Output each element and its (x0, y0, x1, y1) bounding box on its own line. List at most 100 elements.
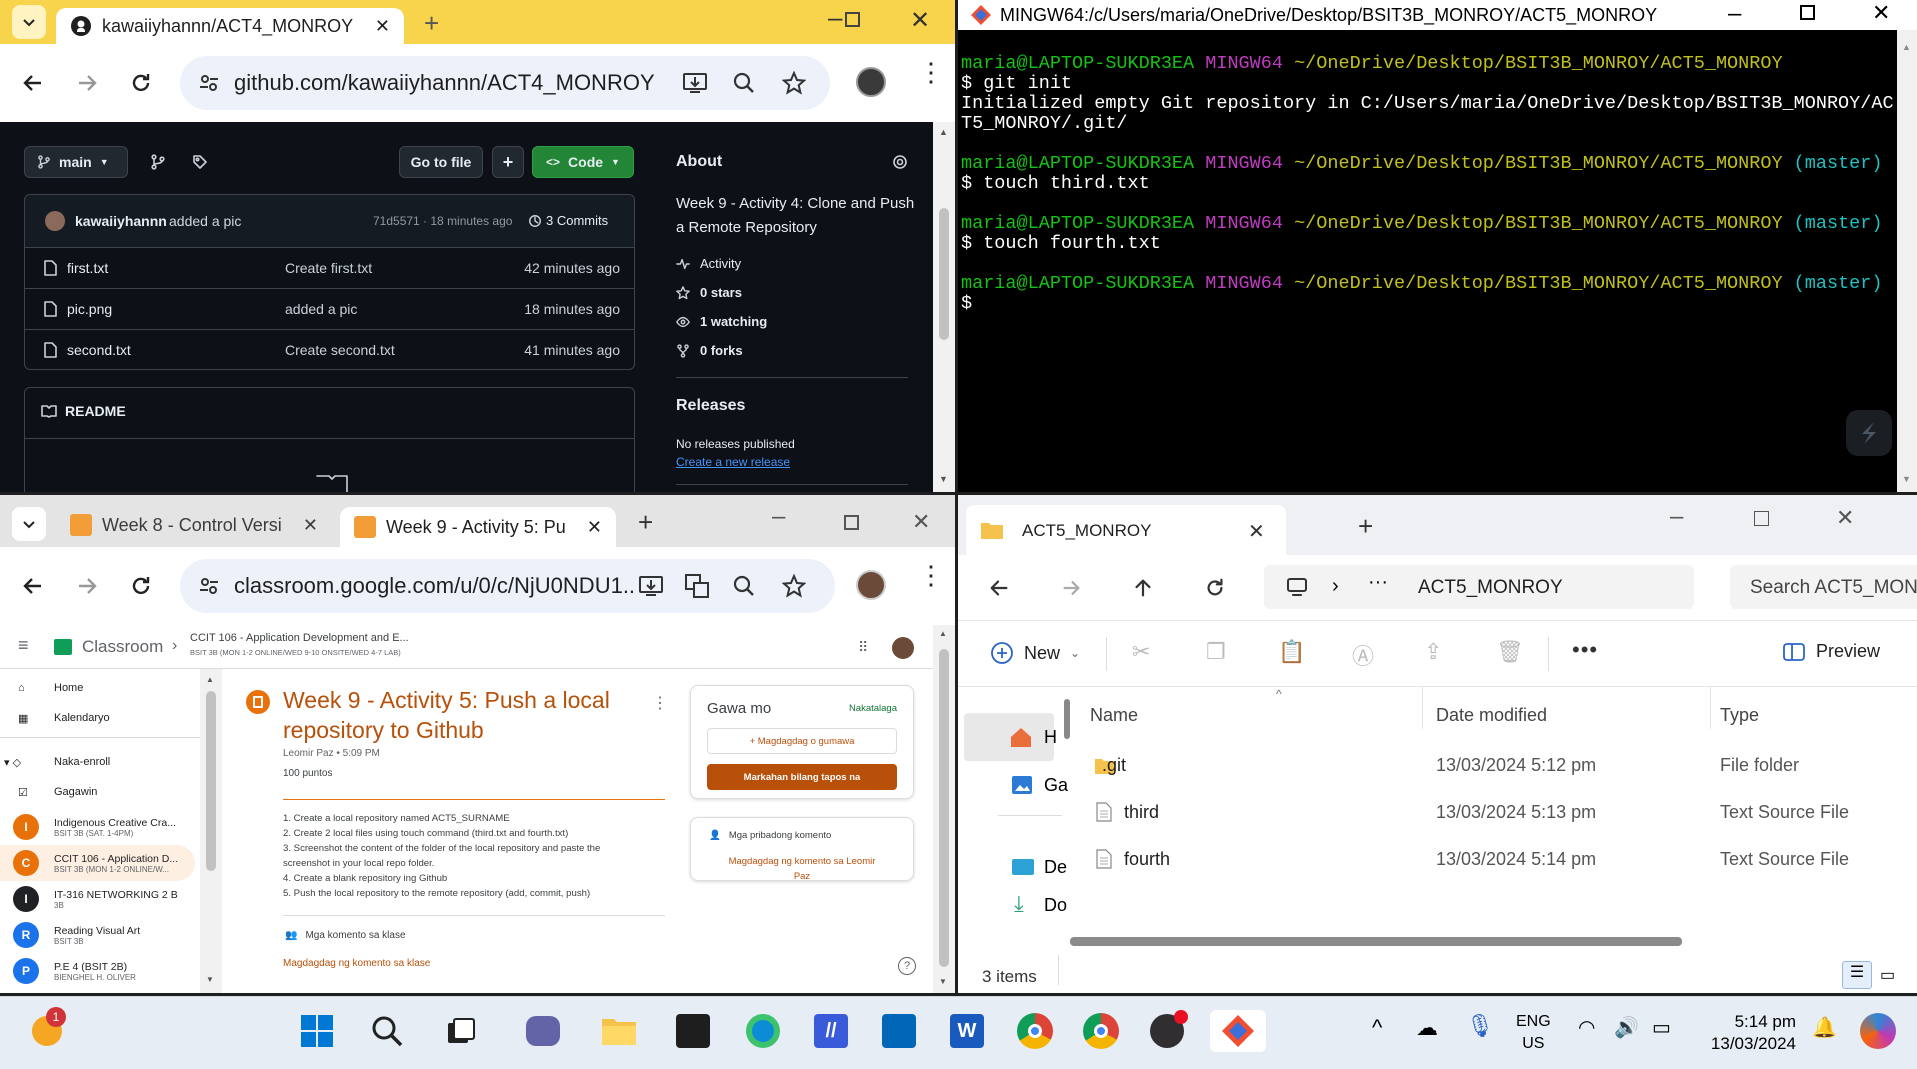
arrow-left-icon[interactable] (988, 577, 1010, 599)
horizontal-scrollbar[interactable] (1070, 937, 1682, 946)
address-bar[interactable]: github.com/kawaiiyhannn/ACT4_MONROY (180, 56, 830, 110)
commit-message[interactable]: added a pic (169, 213, 241, 229)
back-button[interactable] (16, 569, 50, 603)
user-avatar[interactable] (892, 637, 914, 659)
notification-bell-icon[interactable]: 🔔 (1812, 1015, 1837, 1040)
sidebar-scrollbar[interactable]: ▲ ▼ (200, 669, 222, 993)
close-tab-icon[interactable]: ✕ (303, 515, 318, 536)
sidebar-item-todo[interactable]: ☑ Gagawin (0, 777, 97, 807)
minimize-button[interactable]: – (828, 2, 842, 33)
close-window-button[interactable]: ✕ (912, 509, 930, 535)
tab-github[interactable]: kawaiiyhannn/ACT4_MONROY ✕ (56, 8, 404, 44)
file-row[interactable]: second.txt Create second.txt 41 minutes … (25, 329, 634, 370)
create-release-link[interactable]: Create a new release (676, 455, 790, 469)
add-private-comment-link[interactable]: Magdagdag ng komento sa Leomir Paz (691, 854, 913, 880)
tab-search-button[interactable] (12, 507, 46, 541)
git-bash-taskbar-button[interactable] (1210, 1010, 1266, 1052)
new-tab-button[interactable]: + (638, 507, 653, 538)
install-app-icon[interactable] (682, 71, 708, 95)
close-window-button[interactable]: ✕ (1872, 0, 1890, 26)
translate-icon[interactable] (684, 573, 710, 599)
stars-link[interactable]: 0 stars (676, 285, 742, 300)
volume-icon[interactable]: 🔊 (1614, 1015, 1639, 1040)
new-tab-button[interactable]: + (424, 8, 439, 39)
maximize-button[interactable] (845, 12, 860, 27)
close-tab-icon[interactable]: ✕ (375, 16, 390, 37)
mark-as-done-button[interactable]: Markahan bilang tapos na (707, 764, 897, 790)
language-indicator[interactable]: ENG US (1516, 1011, 1551, 1055)
watching-link[interactable]: 1 watching (676, 314, 767, 329)
scrollbar-thumb[interactable] (939, 649, 949, 967)
file-row[interactable]: fourth 13/03/2024 5:14 pm Text Source Fi… (1068, 837, 1917, 881)
commits-link[interactable]: 3 Commits (528, 213, 608, 228)
scroll-down-icon[interactable]: ▼ (1902, 474, 1911, 484)
notifications-widget[interactable]: 1 (26, 1007, 68, 1052)
forward-button[interactable] (70, 66, 104, 100)
command-line[interactable]: $ (961, 294, 972, 314)
address-breadcrumb[interactable]: › ··· ACT5_MONROY (1264, 565, 1694, 609)
cut-icon[interactable]: ✂ (1132, 639, 1150, 665)
tiles-view-icon[interactable]: ▭ (1880, 965, 1895, 985)
scroll-up-icon[interactable]: ▲ (939, 629, 947, 638)
more-options-icon[interactable]: ••• (1572, 637, 1598, 663)
minimize-button[interactable]: – (772, 503, 785, 531)
nav-item-gallery[interactable]: Ga (964, 763, 1068, 807)
teams-chat-button[interactable] (522, 1010, 564, 1052)
paste-icon[interactable]: 📋 (1278, 639, 1305, 665)
clock[interactable]: 5:14 pm 13/03/2024 (1700, 1011, 1796, 1055)
tab-week8[interactable]: Week 8 - Control Versi ✕ (56, 507, 332, 543)
activity-link[interactable]: Activity (676, 256, 741, 271)
file-name[interactable]: second.txt (67, 342, 131, 358)
reload-button[interactable] (124, 569, 158, 603)
apps-grid-icon[interactable]: ⠿ (858, 639, 868, 656)
sidebar-class-item[interactable]: I IT-316 NETWORKING 2 B 3B (0, 881, 178, 917)
obs-taskbar-button[interactable] (1146, 1010, 1188, 1052)
bookmark-star-icon[interactable] (782, 574, 806, 598)
code-button[interactable]: <> Code ▼ (532, 146, 634, 178)
arrow-up-icon[interactable] (1132, 577, 1154, 599)
file-row[interactable]: third 13/03/2024 5:13 pm Text Source Fil… (1068, 790, 1917, 834)
file-name[interactable]: pic.png (67, 301, 112, 317)
menu-dots-icon[interactable]: ⋮ (918, 562, 944, 588)
zoom-icon[interactable] (732, 574, 756, 598)
file-row[interactable]: .git 13/03/2024 5:12 pm File folder (1068, 743, 1917, 787)
rename-icon[interactable]: Ⓐ (1352, 639, 1374, 671)
install-app-icon[interactable] (638, 574, 664, 598)
scrollbar-thumb[interactable] (939, 208, 949, 340)
scroll-up-icon[interactable]: ▲ (206, 675, 214, 684)
go-to-file-button[interactable]: Go to file (399, 146, 483, 178)
profile-avatar[interactable] (856, 67, 886, 97)
new-button[interactable]: New ⌄ (990, 641, 1080, 665)
back-button[interactable] (16, 66, 50, 100)
battery-icon[interactable]: ▭ (1652, 1015, 1671, 1040)
scrollbar[interactable]: ▲ ▼ (933, 122, 955, 492)
chrome-taskbar-button[interactable] (1014, 1010, 1056, 1052)
word-taskbar-button[interactable]: W (946, 1010, 988, 1052)
file-explorer-taskbar-button[interactable] (598, 1010, 640, 1052)
sidebar-item-home[interactable]: ⌂ Home (0, 673, 83, 703)
bookmark-star-icon[interactable] (782, 71, 806, 95)
search-button[interactable] (366, 1010, 408, 1052)
reload-button[interactable] (124, 66, 158, 100)
floating-app-icon[interactable] (1846, 410, 1892, 456)
close-tab-icon[interactable]: ✕ (1248, 519, 1265, 544)
tags-icon[interactable] (192, 154, 208, 170)
breadcrumb-overflow-icon[interactable]: ··· (1368, 571, 1388, 594)
maximize-button[interactable] (1754, 511, 1769, 526)
sidebar-class-item-active[interactable]: C CCIT 106 - Application D... BSIT 3B (MO… (0, 845, 195, 881)
course-title[interactable]: CCIT 106 - Application Development and E… (190, 632, 409, 644)
delete-icon[interactable]: 🗑 (1496, 639, 1524, 665)
preview-pane-button[interactable]: Preview (1782, 641, 1880, 662)
scroll-down-icon[interactable]: ▼ (939, 977, 947, 986)
edge-taskbar-button[interactable] (742, 1010, 784, 1052)
microphone-icon[interactable]: 🎙 (1466, 1013, 1494, 1039)
current-folder[interactable]: ACT5_MONROY (1418, 577, 1563, 599)
branch-selector[interactable]: main ▼ (24, 146, 128, 178)
gear-icon[interactable] (892, 154, 908, 170)
column-type[interactable]: Type (1720, 705, 1759, 726)
scroll-up-icon[interactable]: ▲ (1902, 42, 1911, 52)
chevron-up-icon[interactable]: ^ (1372, 1015, 1382, 1041)
commit-hash-time[interactable]: 71d5571 · 18 minutes ago (373, 214, 512, 228)
sidebar-item-enrolled[interactable]: ▾ ◇ Naka-enroll (0, 747, 110, 777)
tab-week9[interactable]: Week 9 - Activity 5: Pu ✕ (340, 507, 616, 547)
